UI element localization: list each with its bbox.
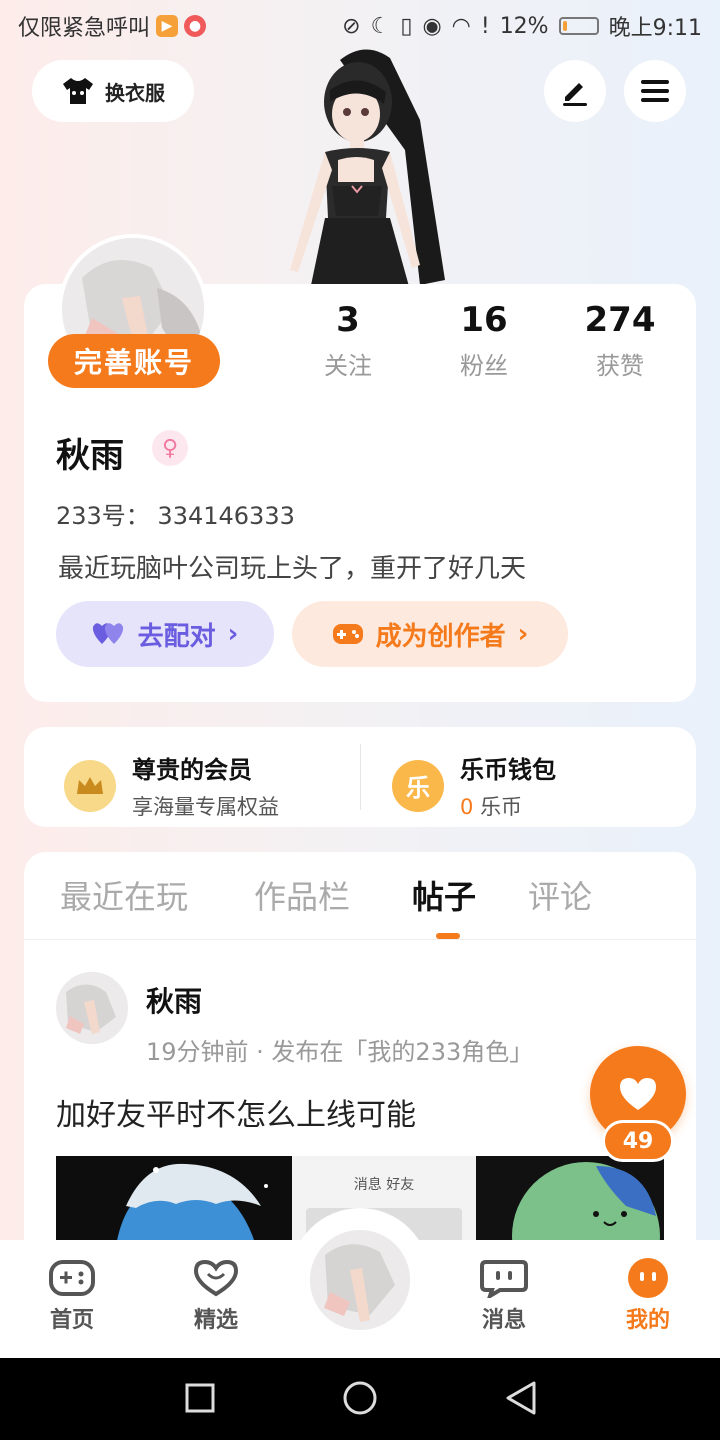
alert-icon: !	[480, 13, 490, 39]
wallet-balance: 0 乐币	[460, 791, 556, 821]
status-time: 晚上9:11	[608, 16, 702, 41]
vip-text: 尊贵的会员 享海量专属权益	[132, 750, 279, 821]
become-creator-label: 成为创作者	[375, 621, 506, 652]
system-navigation-bar	[0, 1358, 720, 1440]
hamburger-icon	[641, 80, 669, 102]
wifi-icon: ◠	[451, 13, 471, 39]
ice-mountain-image	[56, 1156, 292, 1246]
vip-subtitle: 享海量专属权益	[132, 795, 279, 819]
double-heart-icon	[92, 623, 123, 644]
recent-apps-icon[interactable]	[184, 1382, 216, 1414]
status-right: ⊘ ☾ ▯ ◉ ◠ ! 12% 晚上9:11	[342, 10, 702, 42]
wallet-title: 乐币钱包	[460, 756, 556, 784]
nav-featured-label: 精选	[193, 1308, 238, 1333]
stat-followers[interactable]: 16 粉丝	[424, 300, 544, 381]
profile-uid[interactable]: 233号： 334146333	[56, 496, 295, 531]
screenshot-header: 消息 好友	[353, 1177, 415, 1193]
membership-divider	[360, 744, 361, 810]
tshirt-icon	[63, 78, 93, 104]
play-icon: ▶	[156, 15, 179, 37]
stat-following-label: 关注	[324, 352, 372, 380]
post-text[interactable]: 加好友平时不怎么上线可能	[56, 1090, 416, 1134]
wallet-unit: 乐币	[480, 795, 523, 819]
profile-dots-icon	[628, 1258, 668, 1298]
stat-following-value: 3	[336, 300, 360, 340]
status-left: 仅限紧急呼叫 ▶ ●	[18, 10, 207, 42]
stat-likes[interactable]: 274 获赞	[560, 300, 680, 381]
status-carrier-text: 仅限紧急呼叫	[18, 16, 151, 41]
tab-comments[interactable]: 评论	[528, 872, 592, 918]
gamepad-icon	[332, 624, 363, 644]
post-author-avatar[interactable]	[56, 972, 128, 1044]
gamepad-icon	[49, 1260, 95, 1296]
menu-button[interactable]	[624, 60, 686, 122]
pen-icon	[563, 83, 587, 106]
stat-following[interactable]: 3 关注	[288, 300, 408, 381]
match-label: 去配对	[137, 621, 216, 652]
crown-icon	[64, 759, 116, 812]
stat-likes-value: 274	[584, 300, 656, 340]
like-count: 49	[602, 1120, 674, 1162]
nav-home-label: 首页	[49, 1308, 94, 1333]
vip-title: 尊贵的会员	[132, 756, 252, 784]
nav-home[interactable]: 首页	[32, 1258, 112, 1334]
eye-icon: ◉	[422, 13, 442, 39]
stat-followers-value: 16	[460, 300, 508, 340]
home-icon[interactable]	[342, 1380, 378, 1416]
message-icon	[480, 1260, 528, 1298]
post-image-3[interactable]	[476, 1156, 664, 1246]
nav-messages-label: 消息	[481, 1308, 526, 1333]
vibrate-icon: ▯	[400, 13, 413, 39]
nav-center-avatar[interactable]	[306, 1226, 414, 1334]
chevron-right-icon: ›	[517, 619, 529, 649]
nav-messages[interactable]: 消息	[464, 1258, 544, 1334]
le-coin-icon: 乐	[392, 759, 444, 812]
become-creator-button[interactable]: 成为创作者 ›	[292, 601, 568, 667]
no-sim-icon: ⊘	[342, 13, 361, 39]
tab-divider	[24, 939, 696, 940]
battery-fill	[562, 21, 567, 31]
nav-mine-label: 我的	[625, 1308, 670, 1333]
heart-icon	[620, 1078, 656, 1110]
profile-name: 秋雨	[56, 436, 124, 476]
post-author-name[interactable]: 秋雨	[146, 980, 202, 1020]
tab-recently-played[interactable]: 最近在玩	[60, 872, 188, 918]
nav-featured[interactable]: 精选	[176, 1258, 256, 1334]
planet-image	[476, 1156, 664, 1246]
post-meta: 19分钟前 · 发布在「我的233角色」	[146, 1038, 534, 1066]
avatar-image	[56, 972, 128, 1044]
nav-mine[interactable]: 我的	[608, 1258, 688, 1334]
moon-icon: ☾	[370, 13, 391, 39]
avatar-character[interactable]	[270, 40, 460, 290]
chevron-right-icon: ›	[227, 619, 239, 649]
post-image-1[interactable]	[56, 1156, 292, 1246]
change-outfit-label: 换衣服	[105, 80, 165, 105]
female-icon: ♀	[152, 430, 188, 466]
match-button[interactable]: 去配对 ›	[56, 601, 274, 667]
heart-chat-icon	[193, 1259, 239, 1297]
vip-entry[interactable]: 尊贵的会员 享海量专属权益	[64, 750, 279, 821]
notification-icon: ●	[184, 15, 207, 37]
back-icon[interactable]	[504, 1380, 538, 1416]
wallet-amount: 0	[460, 795, 474, 819]
complete-account-button[interactable]: 完善账号	[48, 334, 220, 388]
tab-posts[interactable]: 帖子	[412, 872, 476, 918]
battery-icon	[558, 17, 599, 35]
avatar-image	[310, 1230, 410, 1330]
wallet-entry[interactable]: 乐 乐币钱包 0 乐币	[392, 750, 556, 821]
tab-works[interactable]: 作品栏	[254, 872, 350, 918]
battery-percent: 12%	[499, 13, 549, 39]
edit-profile-button[interactable]	[544, 60, 606, 122]
change-outfit-button[interactable]: 换衣服	[32, 60, 194, 122]
stat-likes-label: 获赞	[596, 352, 644, 380]
profile-bio: 最近玩脑叶公司玩上头了，重开了好几天	[58, 554, 527, 584]
stat-followers-label: 粉丝	[460, 352, 508, 380]
wallet-text: 乐币钱包 0 乐币	[460, 750, 556, 821]
